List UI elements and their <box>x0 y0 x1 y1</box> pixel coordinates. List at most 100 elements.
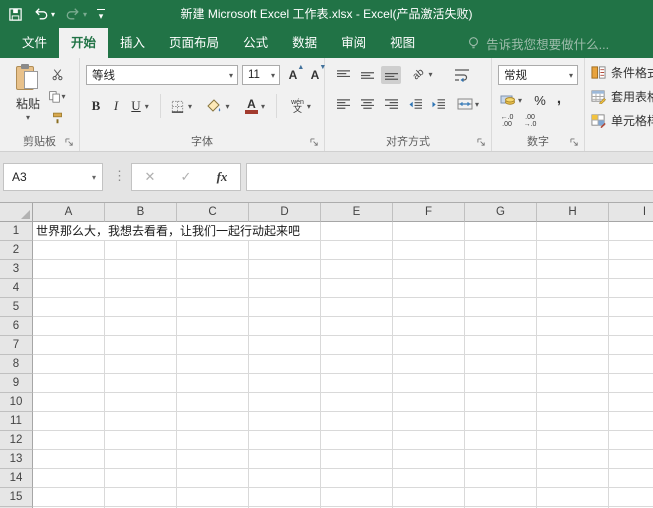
row-header-2[interactable]: 2 <box>0 241 33 260</box>
cell-H13[interactable] <box>537 450 609 469</box>
cell-F4[interactable] <box>393 279 465 298</box>
cell-H11[interactable] <box>537 412 609 431</box>
cell-I13[interactable] <box>609 450 653 469</box>
merge-dropdown-icon[interactable]: ▾ <box>475 100 479 109</box>
cell-F12[interactable] <box>393 431 465 450</box>
cell-E11[interactable] <box>321 412 393 431</box>
column-header-D[interactable]: D <box>249 203 321 222</box>
font-color-button[interactable]: A ▾ <box>240 95 270 117</box>
cell-C14[interactable] <box>177 469 249 488</box>
phonetic-guide-button[interactable]: wén文 ▾ <box>284 94 318 118</box>
font-dialog-launcher[interactable] <box>310 138 320 148</box>
cell-A5[interactable] <box>33 298 105 317</box>
row-header-13[interactable]: 13 <box>0 450 33 469</box>
cell-F10[interactable] <box>393 393 465 412</box>
column-header-I[interactable]: I <box>609 203 653 222</box>
cell-A2[interactable] <box>33 241 105 260</box>
row-header-10[interactable]: 10 <box>0 393 33 412</box>
formula-input[interactable] <box>246 163 653 191</box>
cell-H4[interactable] <box>537 279 609 298</box>
cell-C5[interactable] <box>177 298 249 317</box>
cell-D5[interactable] <box>249 298 321 317</box>
cell-C4[interactable] <box>177 279 249 298</box>
cell-A8[interactable] <box>33 355 105 374</box>
cell-D12[interactable] <box>249 431 321 450</box>
cell-H9[interactable] <box>537 374 609 393</box>
cell-E1[interactable] <box>321 222 393 241</box>
cell-C6[interactable] <box>177 317 249 336</box>
cell-I8[interactable] <box>609 355 653 374</box>
align-center-button[interactable] <box>357 95 377 113</box>
cell-E5[interactable] <box>321 298 393 317</box>
cell-G13[interactable] <box>465 450 537 469</box>
enter-button[interactable]: ✓ <box>168 164 204 190</box>
cell-D8[interactable] <box>249 355 321 374</box>
cell-C13[interactable] <box>177 450 249 469</box>
cell-D2[interactable] <box>249 241 321 260</box>
cell-B5[interactable] <box>105 298 177 317</box>
row-header-1[interactable]: 1 <box>0 222 33 241</box>
cell-D9[interactable] <box>249 374 321 393</box>
number-format-dropdown-icon[interactable]: ▾ <box>565 71 577 80</box>
cell-F13[interactable] <box>393 450 465 469</box>
cell-F14[interactable] <box>393 469 465 488</box>
tab-formulas[interactable]: 公式 <box>231 28 280 58</box>
cell-F5[interactable] <box>393 298 465 317</box>
top-align-button[interactable] <box>333 66 353 84</box>
cell-C3[interactable] <box>177 260 249 279</box>
row-header-15[interactable]: 15 <box>0 488 33 507</box>
cell-F3[interactable] <box>393 260 465 279</box>
cell-C11[interactable] <box>177 412 249 431</box>
cell-H1[interactable] <box>537 222 609 241</box>
shrink-font-button[interactable]: A▼ <box>306 66 324 84</box>
increase-indent-button[interactable] <box>428 95 448 113</box>
column-header-G[interactable]: G <box>465 203 537 222</box>
cell-E4[interactable] <box>321 279 393 298</box>
cell-B9[interactable] <box>105 374 177 393</box>
cell-I7[interactable] <box>609 336 653 355</box>
cell-E14[interactable] <box>321 469 393 488</box>
cell-B3[interactable] <box>105 260 177 279</box>
decrease-indent-button[interactable] <box>405 95 425 113</box>
cell-C7[interactable] <box>177 336 249 355</box>
column-header-F[interactable]: F <box>393 203 465 222</box>
cell-E10[interactable] <box>321 393 393 412</box>
cell-B7[interactable] <box>105 336 177 355</box>
percent-style-button[interactable]: % <box>532 91 548 109</box>
accounting-format-button[interactable]: ▾ <box>497 91 525 109</box>
cell-G3[interactable] <box>465 260 537 279</box>
cell-D6[interactable] <box>249 317 321 336</box>
cell-styles-button[interactable]: 单元格样式 <box>591 112 653 129</box>
cell-I1[interactable] <box>609 222 653 241</box>
cell-D7[interactable] <box>249 336 321 355</box>
cell-D3[interactable] <box>249 260 321 279</box>
cell-B8[interactable] <box>105 355 177 374</box>
cell-A13[interactable] <box>33 450 105 469</box>
cell-B10[interactable] <box>105 393 177 412</box>
cell-A1[interactable]: 世界那么大，我想去看看，让我们一起行动起来吧 <box>33 222 105 241</box>
column-header-B[interactable]: B <box>105 203 177 222</box>
cell-I12[interactable] <box>609 431 653 450</box>
fill-color-dropdown-icon[interactable]: ▾ <box>225 102 229 111</box>
cell-B2[interactable] <box>105 241 177 260</box>
cell-G5[interactable] <box>465 298 537 317</box>
row-header-14[interactable]: 14 <box>0 469 33 488</box>
cell-F11[interactable] <box>393 412 465 431</box>
cell-D4[interactable] <box>249 279 321 298</box>
conditional-formatting-button[interactable]: 条件格式 <box>591 64 653 81</box>
cell-E8[interactable] <box>321 355 393 374</box>
tab-data[interactable]: 数据 <box>280 28 329 58</box>
cell-C15[interactable] <box>177 488 249 507</box>
underline-button[interactable]: U ▾ <box>126 96 154 116</box>
underline-dropdown-icon[interactable]: ▾ <box>145 102 149 111</box>
increase-decimal-button[interactable]: ←.0.00 <box>497 113 517 129</box>
cell-D15[interactable] <box>249 488 321 507</box>
cell-B14[interactable] <box>105 469 177 488</box>
cell-A9[interactable] <box>33 374 105 393</box>
cell-I9[interactable] <box>609 374 653 393</box>
copy-dropdown-icon[interactable]: ▾ <box>61 92 65 101</box>
cell-B4[interactable] <box>105 279 177 298</box>
cell-I4[interactable] <box>609 279 653 298</box>
cell-E9[interactable] <box>321 374 393 393</box>
cell-D13[interactable] <box>249 450 321 469</box>
